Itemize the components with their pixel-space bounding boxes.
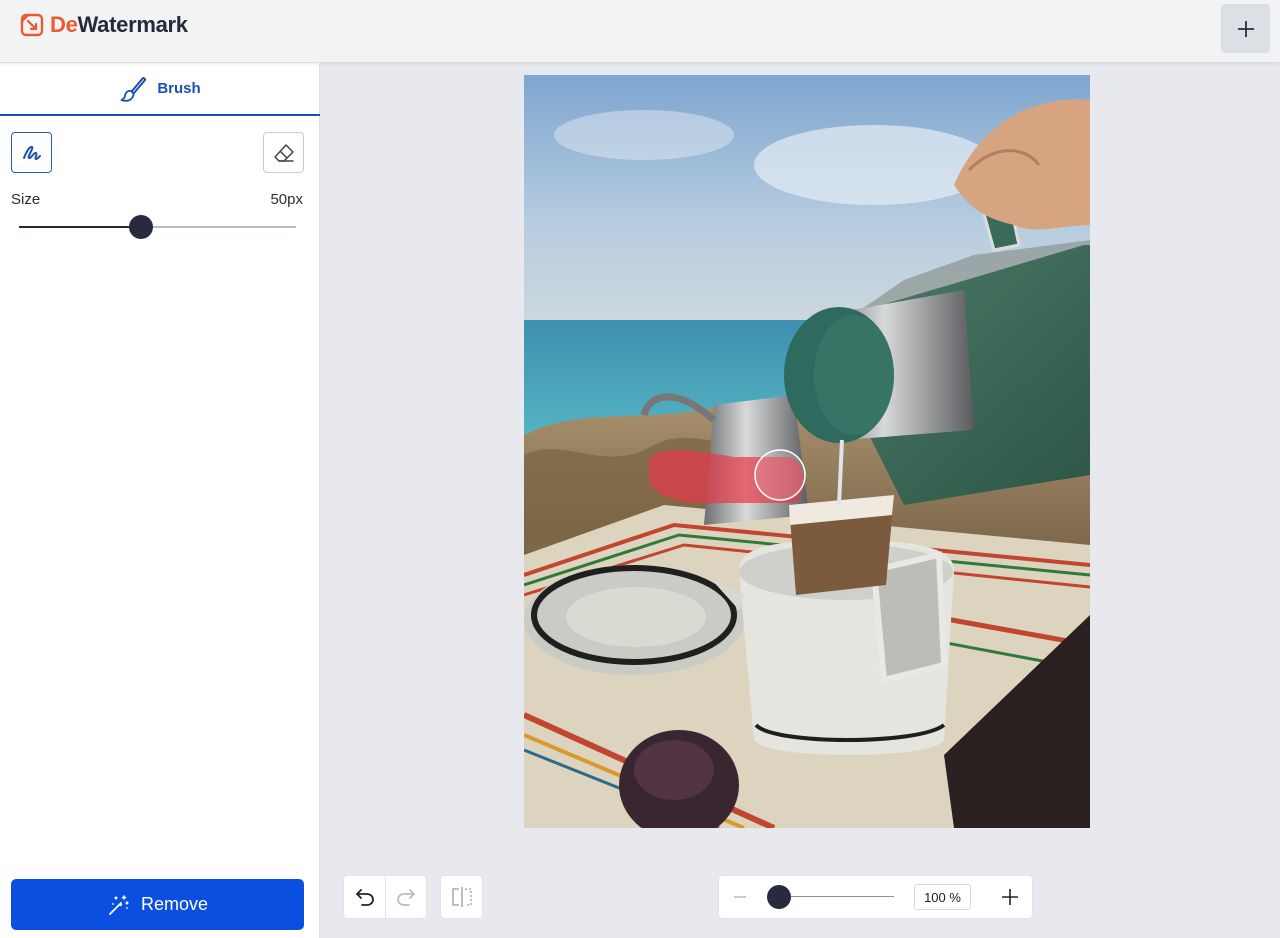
logo-text: DeWatermark (50, 12, 188, 38)
tab-brush[interactable]: Brush (0, 63, 320, 116)
plus-icon (1002, 889, 1018, 905)
undo-button[interactable] (344, 876, 385, 918)
brush-tool-button[interactable] (11, 132, 52, 173)
magic-wand-icon (109, 894, 129, 915)
plus-icon (1237, 20, 1254, 37)
app-header: DeWatermark (0, 0, 1280, 63)
eraser-icon (273, 143, 294, 162)
zoom-slider[interactable] (767, 885, 894, 909)
brush-stroke-icon (22, 145, 41, 160)
zoom-slider-thumb[interactable] (767, 885, 791, 909)
logo-icon (20, 13, 44, 37)
slider-fill (19, 226, 141, 228)
size-label: Size (11, 191, 41, 208)
size-value: 50px (270, 191, 303, 208)
compare-icon (451, 887, 472, 907)
tool-sidebar: Brush Size 50px Remove (0, 63, 320, 938)
minus-icon (734, 896, 746, 898)
zoom-in-button[interactable] (997, 876, 1023, 918)
history-controls (344, 876, 426, 918)
compare-control (441, 876, 482, 918)
undo-icon (355, 889, 374, 906)
brush-icon (120, 76, 147, 102)
editor-canvas (321, 63, 1280, 938)
brush-size-slider[interactable] (19, 215, 296, 239)
tab-brush-label: Brush (157, 80, 201, 97)
redo-button[interactable] (385, 876, 426, 918)
add-image-button[interactable] (1221, 4, 1270, 53)
slider-thumb[interactable] (128, 215, 153, 239)
photo-canvas[interactable] (524, 75, 1090, 828)
logo-text-de: De (50, 12, 78, 37)
eraser-tool-button[interactable] (263, 132, 304, 173)
logo-text-watermark: Watermark (77, 12, 189, 37)
remove-label: Remove (140, 894, 209, 914)
redo-icon (397, 889, 415, 906)
compare-button[interactable] (441, 876, 482, 918)
zoom-controls: 100 % (719, 876, 1032, 918)
app-logo[interactable]: DeWatermark (20, 12, 188, 38)
photo-image (524, 75, 1090, 828)
remove-button[interactable]: Remove (11, 879, 304, 930)
zoom-out-button[interactable] (727, 876, 753, 918)
zoom-value-field[interactable]: 100 % (914, 884, 971, 910)
